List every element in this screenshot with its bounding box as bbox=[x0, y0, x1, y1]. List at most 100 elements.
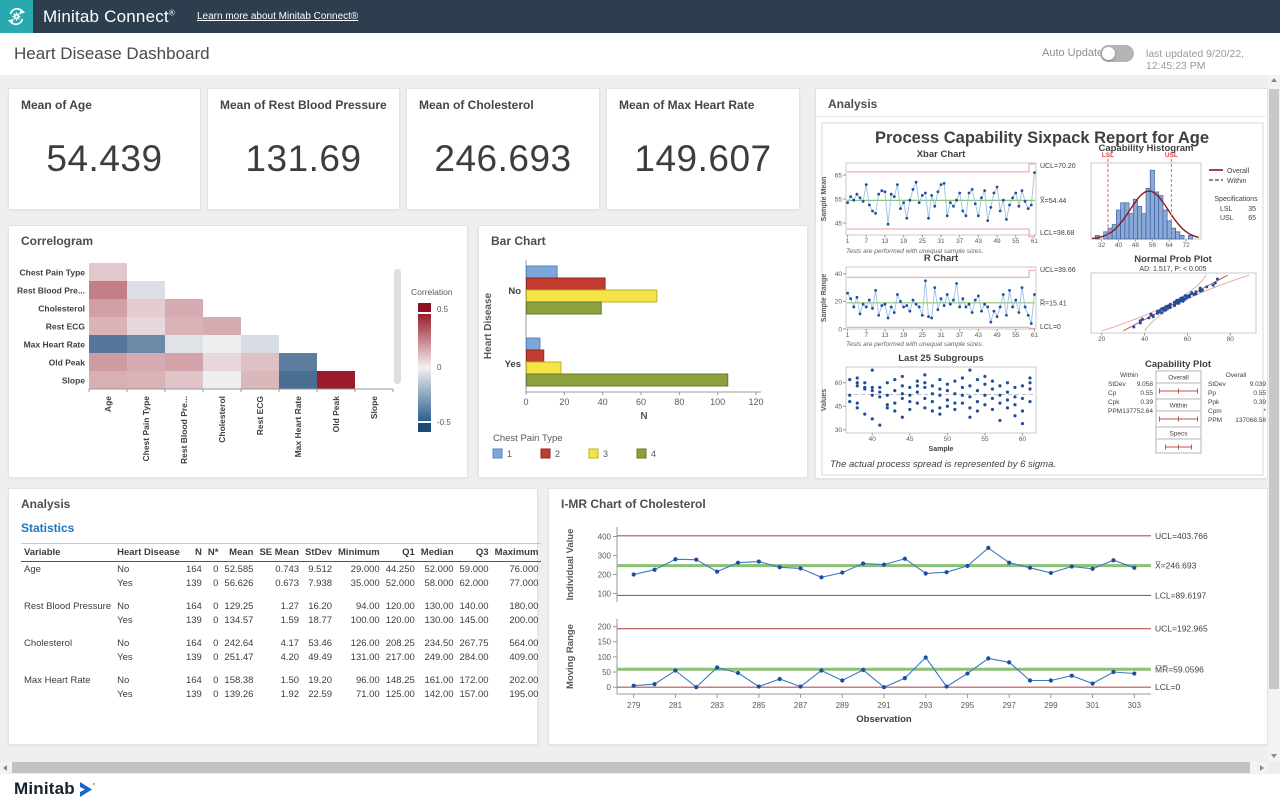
horizontal-scrollbar-thumb[interactable] bbox=[12, 762, 1250, 773]
svg-text:200: 200 bbox=[598, 570, 612, 579]
svg-text:7: 7 bbox=[864, 238, 868, 245]
svg-text:Moving Range: Moving Range bbox=[565, 624, 576, 689]
svg-text:55: 55 bbox=[835, 196, 843, 203]
vertical-scrollbar[interactable] bbox=[1268, 75, 1280, 762]
svg-text:Normal Prob Plot: Normal Prob Plot bbox=[1134, 254, 1212, 265]
svg-text:R̅=15.41: R̅=15.41 bbox=[1039, 299, 1066, 307]
svg-text:20: 20 bbox=[559, 397, 569, 407]
svg-text:-0.5: -0.5 bbox=[437, 418, 451, 427]
svg-text:0: 0 bbox=[838, 326, 842, 333]
svg-text:Overall: Overall bbox=[1168, 375, 1189, 382]
svg-text:291: 291 bbox=[877, 701, 891, 710]
auto-update-label: Auto Update bbox=[1042, 47, 1103, 59]
scroll-up-arrow-icon[interactable] bbox=[1268, 75, 1280, 87]
svg-text:Correlation: Correlation bbox=[411, 287, 453, 297]
svg-text:Xbar Chart: Xbar Chart bbox=[917, 149, 966, 160]
auto-update-toggle[interactable] bbox=[1100, 45, 1134, 62]
vertical-scrollbar-thumb[interactable] bbox=[1269, 89, 1279, 689]
panel-imr-chart: I-MR Chart of Cholesterol 100200300400UC… bbox=[548, 488, 1268, 745]
table-row: Max Heart RateNo1640158.381.5019.2096.00… bbox=[21, 673, 541, 687]
svg-text:4: 4 bbox=[651, 449, 656, 459]
svg-text:LCL=0: LCL=0 bbox=[1040, 324, 1061, 331]
panel-title: I-MR Chart of Cholesterol bbox=[561, 497, 706, 511]
svg-text:Slope: Slope bbox=[369, 396, 379, 419]
svg-text:20: 20 bbox=[835, 299, 843, 306]
svg-text:No: No bbox=[508, 286, 521, 297]
svg-text:150: 150 bbox=[598, 638, 612, 647]
svg-text:Tests are performed with unequ: Tests are performed with unequal sample … bbox=[846, 248, 984, 255]
svg-text:300: 300 bbox=[598, 551, 612, 560]
svg-text:Sample Range: Sample Range bbox=[821, 274, 828, 322]
svg-text:9.058: 9.058 bbox=[1137, 381, 1154, 388]
svg-text:25: 25 bbox=[919, 238, 927, 245]
svg-text:31: 31 bbox=[937, 238, 945, 245]
svg-text:35: 35 bbox=[1248, 206, 1256, 213]
toggle-knob bbox=[1102, 47, 1115, 60]
svg-text:Cholesterol: Cholesterol bbox=[38, 304, 85, 314]
card-mean-cholesterol: Mean of Cholesterol 246.693 bbox=[406, 88, 600, 210]
svg-text:Observation: Observation bbox=[856, 714, 912, 725]
svg-text:StDev: StDev bbox=[1208, 381, 1226, 388]
panel-statistics: Analysis Statistics VariableHeart Diseas… bbox=[8, 488, 538, 745]
panel-correlogram: Correlogram Chest Pain TypeRest Blood Pr… bbox=[8, 225, 468, 478]
svg-text:200: 200 bbox=[598, 623, 612, 632]
svg-text:Old Peak: Old Peak bbox=[49, 358, 86, 368]
svg-text:30: 30 bbox=[835, 427, 843, 434]
svg-text:49: 49 bbox=[993, 332, 1001, 339]
svg-text:19: 19 bbox=[900, 332, 908, 339]
svg-text:The actual process spread is r: The actual process spread is represented… bbox=[830, 459, 1056, 470]
heart-disease-bar-chart: 020406080100120NoYesNHeart DiseaseChest … bbox=[479, 252, 807, 477]
svg-text:80: 80 bbox=[674, 397, 684, 407]
svg-text:Within: Within bbox=[1227, 178, 1247, 185]
table-row: Rest Blood PressureNo1640129.251.2716.20… bbox=[21, 599, 541, 613]
statistics-subtitle: Statistics bbox=[21, 521, 74, 535]
svg-text:100: 100 bbox=[710, 397, 725, 407]
svg-text:49: 49 bbox=[993, 238, 1001, 245]
card-mean-rest-bp: Mean of Rest Blood Pressure 131.69 bbox=[207, 88, 400, 210]
top-navbar: Minitab Connect® Learn more about Minita… bbox=[0, 0, 1280, 33]
svg-text:M̅R̅=59.0596: M̅R̅=59.0596 bbox=[1155, 664, 1204, 674]
svg-text:PPM: PPM bbox=[1108, 408, 1122, 415]
svg-text:Cp: Cp bbox=[1108, 390, 1117, 397]
scrollbar-corner bbox=[1268, 762, 1280, 773]
svg-text:0.55: 0.55 bbox=[1140, 390, 1153, 397]
card-value: 54.439 bbox=[9, 108, 200, 209]
svg-text:25: 25 bbox=[919, 332, 927, 339]
svg-text:Ppk: Ppk bbox=[1208, 399, 1220, 406]
svg-text:37: 37 bbox=[956, 238, 964, 245]
svg-text:40: 40 bbox=[835, 271, 843, 278]
scroll-down-arrow-icon[interactable] bbox=[1268, 750, 1280, 762]
svg-text:2: 2 bbox=[555, 449, 560, 459]
svg-text:Chest Pain Type: Chest Pain Type bbox=[20, 268, 86, 278]
svg-text:Slope: Slope bbox=[62, 376, 85, 386]
svg-text:Values: Values bbox=[821, 389, 828, 411]
svg-text:Within: Within bbox=[1120, 372, 1138, 379]
scroll-left-arrow-icon[interactable] bbox=[0, 762, 12, 773]
svg-text:N: N bbox=[640, 411, 647, 422]
svg-text:0.39: 0.39 bbox=[1253, 399, 1266, 406]
svg-text:Rest ECG: Rest ECG bbox=[46, 322, 86, 332]
svg-text:Age: Age bbox=[103, 396, 113, 412]
svg-text:Max Heart Rate: Max Heart Rate bbox=[24, 340, 86, 350]
svg-text:0.55: 0.55 bbox=[1253, 390, 1266, 397]
svg-text:LCL=38.68: LCL=38.68 bbox=[1040, 230, 1075, 237]
svg-text:13: 13 bbox=[881, 332, 889, 339]
svg-text:StDev: StDev bbox=[1108, 381, 1126, 388]
svg-text:295: 295 bbox=[961, 701, 975, 710]
scroll-right-arrow-icon[interactable] bbox=[1256, 762, 1268, 773]
svg-text:289: 289 bbox=[836, 701, 850, 710]
svg-text:50: 50 bbox=[602, 668, 611, 677]
learn-more-link[interactable]: Learn more about Minitab Connect® bbox=[197, 11, 358, 22]
panel-title: Analysis bbox=[828, 97, 877, 111]
svg-text:Capability Histogram: Capability Histogram bbox=[1098, 143, 1193, 154]
svg-text:301: 301 bbox=[1086, 701, 1100, 710]
horizontal-scrollbar[interactable] bbox=[0, 762, 1268, 773]
page-title: Heart Disease Dashboard bbox=[14, 44, 210, 64]
svg-text:37: 37 bbox=[956, 332, 964, 339]
svg-text:Max Heart Rate: Max Heart Rate bbox=[293, 396, 303, 458]
svg-text:Chest Pain Type: Chest Pain Type bbox=[141, 396, 151, 462]
svg-text:299: 299 bbox=[1044, 701, 1058, 710]
svg-text:Capability Plot: Capability Plot bbox=[1145, 359, 1212, 370]
svg-text:400: 400 bbox=[598, 532, 612, 541]
svg-text:55: 55 bbox=[1012, 332, 1020, 339]
